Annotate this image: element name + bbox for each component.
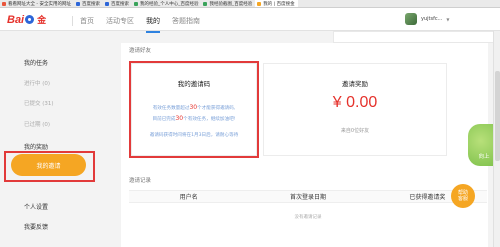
user-name[interactable]: yujtsfc... (421, 16, 442, 22)
avatar[interactable] (405, 13, 417, 25)
notice-bar (333, 31, 500, 43)
bookmark-item[interactable]: 我的经验_个人中心_百度经验 (132, 0, 202, 7)
invite-reward-card: 邀请奖励 ¥ 0.00 来自0位好友 (263, 63, 447, 156)
invite-reward-title: 邀请奖励 (342, 80, 368, 88)
chevron-down-icon[interactable]: ▼ (446, 17, 449, 22)
bookmark-item[interactable]: 百度搜索 (74, 0, 103, 7)
bookmark-label: 我经验截图_百度经验 (209, 1, 253, 7)
bookmark-label: 我的 | 百度搜金 (263, 1, 295, 7)
back-to-top-label: 向上 (478, 154, 490, 160)
nav-mine[interactable]: 我的 (146, 16, 160, 33)
highlight-box-invite-code (129, 61, 259, 158)
site-header: Bai 金 首页 活动专区 我的 答题指南 yujtsfc... ▼ (0, 8, 500, 33)
favicon-icon (257, 1, 262, 6)
bookmark-item[interactable]: 百度搜索 (103, 0, 132, 7)
records-table-header: 用户名 首次登录日期 已获得邀请奖 (129, 190, 487, 203)
favicon-icon (2, 1, 6, 6)
help-label: 帮助 客服 (458, 190, 468, 202)
bookmark-item[interactable]: 我的 | 百度搜金 (255, 0, 298, 7)
logo-text-jin: 金 (37, 16, 47, 26)
user-menu[interactable]: yujtsfc... ▼ (405, 13, 449, 25)
sidebar-item-in-progress[interactable]: 进行中 (0) (24, 79, 50, 87)
col-username: 用户名 (179, 194, 198, 201)
reward-amount: ¥ 0.00 (332, 94, 378, 111)
section-title-invite: 邀请好友 (129, 48, 152, 54)
page: 看看网址大全 - 安全实用的网址 百度搜索 百度搜索 我的经验_个人中心_百度经验 我经… (0, 0, 500, 247)
empty-records-text: 没有邀请记录 (294, 215, 322, 220)
section-title-records: 邀请记录 (129, 178, 152, 184)
sidebar-item-expired[interactable]: 已过期 (0) (24, 120, 50, 128)
bookmark-label: 百度搜索 (110, 1, 129, 7)
sidebar-item-completed[interactable]: 已提交 (31) (24, 99, 54, 107)
favicon-icon (133, 1, 138, 6)
sidebar: 我的任务 进行中 (0) 已提交 (31) 已过期 (0) 我的奖励 个人设置 … (0, 32, 111, 247)
help-button[interactable]: 帮助 客服 (451, 184, 475, 208)
logo-text: Bai (7, 13, 25, 26)
page-scrollbar[interactable] (493, 31, 500, 247)
sidebar-item-rewards[interactable]: 我的奖励 (24, 142, 48, 151)
bookmark-item[interactable]: 看看网址大全 - 安全实用的网址 (0, 0, 74, 7)
sidebar-item-settings[interactable]: 个人设置 (24, 202, 48, 211)
scrollbar-thumb[interactable] (495, 71, 500, 161)
col-first-login: 首次登录日期 (289, 194, 326, 201)
bookmark-label: 看看网址大全 - 安全实用的网址 (8, 1, 71, 7)
main-nav: 首页 活动专区 我的 答题指南 (80, 16, 200, 33)
sidebar-item-invites[interactable]: 我的邀请 (11, 154, 86, 176)
baidu-logo[interactable]: Bai 金 (7, 13, 47, 27)
logo-divider (72, 16, 73, 26)
nav-guide[interactable]: 答题指南 (172, 16, 200, 33)
paw-icon (25, 15, 35, 24)
bookmarks-bar: 看看网址大全 - 安全实用的网址 百度搜索 百度搜索 我的经验_个人中心_百度经验 我经… (0, 0, 500, 8)
bookmark-item[interactable]: 我经验截图_百度经验 (201, 0, 255, 7)
bookmark-label: 百度搜索 (81, 1, 100, 7)
help-line-2: 客服 (457, 196, 468, 202)
sidebar-item-my-tasks[interactable]: 我的任务 (24, 58, 48, 67)
favicon-icon (104, 1, 109, 6)
favicon-icon (203, 1, 208, 6)
bookmark-label: 我的经验_个人中心_百度经验 (139, 1, 199, 7)
nav-home[interactable]: 首页 (80, 16, 94, 33)
favicon-icon (75, 1, 80, 6)
sidebar-item-feedback[interactable]: 我要反馈 (24, 222, 48, 231)
reward-from: 来自0位好友 (340, 128, 370, 134)
nav-activity[interactable]: 活动专区 (106, 16, 134, 33)
